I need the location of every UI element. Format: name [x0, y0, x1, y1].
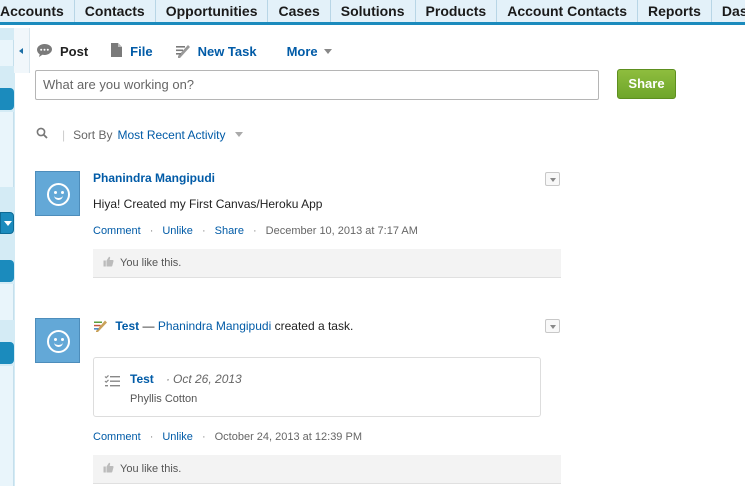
- dash-separator: —: [142, 319, 155, 333]
- task-name-link[interactable]: Test: [130, 372, 154, 386]
- nav-tab-cases[interactable]: Cases: [268, 0, 331, 22]
- sidebar-panel[interactable]: [0, 40, 14, 66]
- publisher-tab-label: Post: [60, 44, 89, 59]
- feed-item-header: Test — Phanindra Mangipudi created a tas…: [93, 319, 353, 335]
- task-icon: [175, 43, 191, 61]
- sort-by-label: Sort By: [73, 127, 113, 142]
- speech-bubble-icon: [36, 43, 53, 61]
- feed-item-body: Hiya! Created my First Canvas/Heroku App: [93, 197, 323, 211]
- share-link[interactable]: Share: [215, 225, 244, 237]
- nav-tab-opportunities[interactable]: Opportunities: [156, 0, 269, 22]
- avatar[interactable]: [35, 171, 80, 216]
- sidebar-panel[interactable]: [0, 366, 14, 486]
- comment-link[interactable]: Comment: [93, 225, 141, 237]
- left-sidebar: [0, 28, 15, 486]
- feed-item-author: Phanindra Mangipudi: [93, 171, 215, 185]
- search-icon[interactable]: [36, 127, 48, 142]
- author-link[interactable]: Phanindra Mangipudi: [158, 319, 271, 333]
- sidebar-tab[interactable]: [0, 260, 14, 282]
- feed-item-menu-button[interactable]: [545, 319, 560, 333]
- avatar[interactable]: [35, 318, 80, 363]
- sidebar-dropdown-button[interactable]: [0, 212, 14, 234]
- publisher-tab-label: File: [130, 44, 153, 59]
- task-icon: [93, 319, 108, 335]
- action-text: created a task.: [274, 319, 354, 333]
- publisher-tab-post[interactable]: Post: [36, 43, 88, 61]
- separator-dot: ·: [201, 431, 206, 443]
- top-nav-bar: Accounts Contacts Opportunities Cases So…: [0, 0, 745, 25]
- comment-link[interactable]: Comment: [93, 431, 141, 443]
- separator-dot: ·: [149, 225, 154, 237]
- sort-by-value[interactable]: Most Recent Activity: [117, 128, 225, 142]
- publisher-tab-label: More: [286, 44, 318, 59]
- unlike-link[interactable]: Unlike: [162, 431, 193, 443]
- feed-sort-bar: | Sort By Most Recent Activity: [36, 127, 243, 142]
- post-input[interactable]: What are you working on?: [35, 70, 599, 100]
- task-card[interactable]: Test · Oct 26, 2013 Phyllis Cotton: [93, 357, 541, 417]
- unlike-link[interactable]: Unlike: [162, 225, 193, 237]
- task-owner: Phyllis Cotton: [130, 393, 198, 405]
- feed-item-actions: Comment · Unlike · October 24, 2013 at 12:39…: [93, 431, 362, 443]
- publisher-tab-label: New Task: [197, 44, 257, 59]
- sidebar-tab[interactable]: [0, 342, 14, 364]
- nav-tab-products[interactable]: Products: [416, 0, 498, 22]
- separator-dot: ·: [201, 225, 206, 237]
- sidebar-tab[interactable]: [0, 88, 14, 110]
- publisher-tab-more[interactable]: More: [287, 44, 332, 59]
- like-summary: You like this.: [93, 249, 561, 278]
- chevron-down-icon: [323, 49, 332, 54]
- feed-item-menu-button[interactable]: [545, 172, 560, 186]
- sidebar-panel[interactable]: [0, 112, 14, 187]
- separator-dot: ·: [149, 431, 154, 443]
- user-face-icon: [47, 330, 70, 353]
- thumbs-up-icon: [103, 256, 114, 270]
- publisher-tab-file[interactable]: File: [110, 42, 153, 61]
- nav-tab-contacts[interactable]: Contacts: [75, 0, 156, 22]
- like-summary: You like this.: [93, 455, 561, 484]
- file-icon: [110, 42, 123, 61]
- publisher-tab-new-task[interactable]: New Task: [175, 43, 257, 61]
- collapse-arrow-icon: [19, 48, 23, 54]
- chevron-down-icon[interactable]: [234, 132, 243, 137]
- timestamp: December 10, 2013 at 7:17 AM: [265, 225, 418, 237]
- like-text: You like this.: [120, 257, 182, 269]
- nav-tab-dashboards[interactable]: Dashboards: [712, 0, 745, 22]
- task-date-value: Oct 26, 2013: [173, 372, 242, 386]
- share-button[interactable]: Share: [617, 69, 676, 99]
- nav-tab-solutions[interactable]: Solutions: [331, 0, 416, 22]
- nav-tab-account-contacts[interactable]: Account Contacts: [497, 0, 639, 22]
- date-separator: ·: [166, 372, 170, 386]
- user-face-icon: [47, 183, 70, 206]
- checklist-icon: [104, 374, 121, 391]
- task-due-date: · Oct 26, 2013: [166, 372, 242, 386]
- nav-tab-reports[interactable]: Reports: [638, 0, 712, 22]
- feed-item-actions: Comment · Unlike · Share · December 10, 2013 a…: [93, 225, 418, 237]
- sidebar-panel[interactable]: [0, 284, 14, 320]
- task-link[interactable]: Test: [115, 319, 139, 333]
- separator-dot: ·: [252, 225, 257, 237]
- sidebar-collapse-handle[interactable]: [14, 28, 30, 73]
- publisher-tabs: Post File New Task More: [36, 42, 354, 61]
- nav-tab-accounts[interactable]: Accounts: [0, 0, 75, 22]
- like-text: You like this.: [120, 463, 182, 475]
- thumbs-up-icon: [103, 462, 114, 476]
- author-link[interactable]: Phanindra Mangipudi: [93, 171, 215, 185]
- divider: |: [62, 127, 66, 142]
- timestamp: October 24, 2013 at 12:39 PM: [214, 431, 362, 443]
